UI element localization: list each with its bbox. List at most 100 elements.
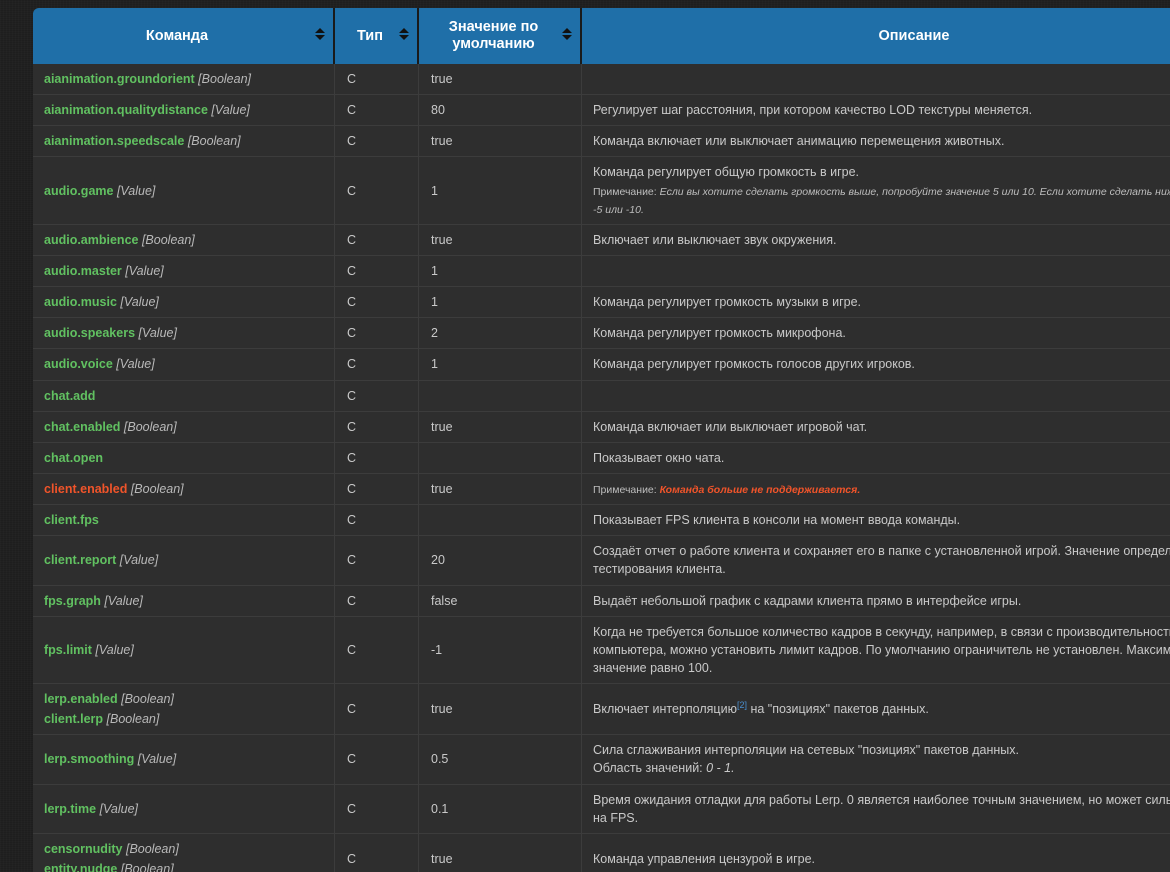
command-name-link[interactable]: client.enabled <box>44 482 127 496</box>
table-row: censornudity [Boolean] entity.nudge [Bool… <box>33 833 1170 872</box>
description-text: Включает интерполяцию[2] на "позициях" п… <box>593 700 1170 718</box>
table-row: client.fps C Показывает FPS клиента в конс… <box>33 505 1170 537</box>
reference-link[interactable]: [2] <box>737 700 747 710</box>
cell-command: lerp.smoothing [Value] <box>33 735 335 785</box>
cell-command: audio.voice [Value] <box>33 349 335 381</box>
command-name-link[interactable]: lerp.smoothing <box>44 752 134 766</box>
command-entry: client.fps <box>44 511 326 529</box>
command-value-type-tag: [Boolean] <box>127 481 184 496</box>
command-name-link[interactable]: chat.enabled <box>44 420 120 434</box>
cell-default-value: true <box>419 64 582 96</box>
description-text: Команда управления цензурой в игре. <box>593 850 1170 868</box>
column-header-description[interactable]: Описание <box>582 8 1170 64</box>
description-text: Включает или выключает звук окружения. <box>593 231 1170 249</box>
description-note: Примечание: Команда больше не поддержива… <box>593 480 1170 498</box>
command-name-link[interactable]: chat.add <box>44 389 95 403</box>
description-text-tail: на "позициях" пакетов данных. <box>746 702 929 717</box>
description-text: Команда регулирует общую громкость в игр… <box>593 163 1170 181</box>
cell-description: Регулирует шаг расстояния, при котором к… <box>582 95 1170 127</box>
table-row: fps.graph [Value] Cfalse Выдаёт небольшой … <box>33 585 1170 617</box>
cell-default-value: 1 <box>419 349 582 381</box>
cell-command: audio.master [Value] <box>33 256 335 288</box>
command-entry: entity.nudge [Boolean] <box>44 860 326 872</box>
column-header-default-value[interactable]: Значение по умолчанию <box>419 8 582 64</box>
description-text: Создаёт отчет о работе клиента и сохраня… <box>593 542 1170 578</box>
cell-type: C <box>335 684 419 736</box>
description-text: Команда регулирует громкость музыки в иг… <box>593 293 1170 311</box>
cell-description: Команда управления цензурой в игре. <box>582 833 1170 872</box>
command-entry: client.enabled [Boolean] <box>44 480 326 498</box>
command-entry: lerp.enabled [Boolean] <box>44 690 326 708</box>
command-value-type-tag: [Value] <box>135 326 177 341</box>
command-entry: audio.music [Value] <box>44 293 326 311</box>
command-name-link[interactable]: aianimation.speedscale <box>44 134 184 148</box>
command-value-type-tag: [Boolean] <box>117 692 174 707</box>
description-text-body: Команда управления цензурой в игре. <box>593 851 816 866</box>
description-text-body: Включает интерполяцию <box>593 702 737 717</box>
command-name-link[interactable]: audio.music <box>44 295 117 309</box>
cell-default-value: 80 <box>419 95 582 127</box>
cell-description: Выдаёт небольшой график с кадрами клиент… <box>582 585 1170 617</box>
command-name-link[interactable]: fps.limit <box>44 643 92 657</box>
cell-description: Команда включает или выключает анимацию … <box>582 126 1170 158</box>
cell-default-value: 2 <box>419 318 582 350</box>
column-header-type[interactable]: Тип <box>335 8 419 64</box>
sort-toggle-icon[interactable] <box>314 28 326 44</box>
cell-command: fps.limit [Value] <box>33 616 335 685</box>
command-name-link[interactable]: audio.master <box>44 264 122 278</box>
cell-type: C <box>335 473 419 506</box>
cell-default-value: 1 <box>419 157 582 225</box>
command-entry: client.lerp [Boolean] <box>44 710 326 728</box>
description-text: Команда регулирует громкость голосов дру… <box>593 355 1170 373</box>
table-row: lerp.smoothing [Value] C 0.5 Сила сглаживан… <box>33 735 1170 785</box>
sort-toggle-icon[interactable] <box>398 28 410 44</box>
command-name-link[interactable]: audio.game <box>44 184 113 198</box>
note-text: Команда больше не поддерживается. <box>659 483 861 496</box>
command-name-link[interactable]: aianimation.groundorient <box>44 72 195 86</box>
cell-command: audio.game [Value] <box>33 157 335 225</box>
table-row: audio.voice [Value] C 1 Команда регулирует … <box>33 349 1170 381</box>
description-text-body: Выдаёт небольшой график с кадрами клиент… <box>593 593 1022 608</box>
cell-command: audio.ambience [Boolean] <box>33 224 335 257</box>
command-name-link[interactable]: fps.graph <box>44 594 101 608</box>
command-name-link[interactable]: chat.open <box>44 451 103 465</box>
cell-command: censornudity [Boolean] entity.nudge [Bool… <box>33 833 335 872</box>
cell-default-value: 20 <box>419 536 582 586</box>
command-value-type-tag: [Boolean] <box>184 134 241 149</box>
command-value-type-tag: [Value] <box>134 752 177 767</box>
cell-type: C <box>335 349 419 381</box>
column-header-type-label: Тип <box>357 27 383 44</box>
command-name-link[interactable]: lerp.enabled <box>44 692 118 706</box>
command-name-link[interactable]: client.fps <box>44 513 99 527</box>
command-name-link[interactable]: audio.voice <box>44 357 113 371</box>
command-entry: audio.voice [Value] <box>44 355 326 373</box>
command-name-link[interactable]: aianimation.qualitydistance <box>44 103 208 117</box>
description-text-body: Сила сглаживания интерполяции на сетевых… <box>593 743 1019 758</box>
column-header-command[interactable]: Команда <box>33 8 335 64</box>
table-row: aianimation.groundorient [Boolean] Ctrue <box>33 64 1170 96</box>
sort-toggle-icon[interactable] <box>561 28 573 44</box>
command-name-link[interactable]: audio.speakers <box>44 326 135 340</box>
cell-description <box>582 256 1170 288</box>
command-name-link[interactable]: lerp.time <box>44 802 96 816</box>
cell-description: Команда регулирует громкость голосов дру… <box>582 349 1170 381</box>
command-name-link[interactable]: audio.ambience <box>44 233 138 247</box>
table-row: chat.enabled [Boolean] Ctrue Команда включ… <box>33 411 1170 443</box>
cell-type: C <box>335 256 419 288</box>
cell-command: client.report [Value] <box>33 536 335 586</box>
cell-default-value: false <box>419 585 582 617</box>
note-label: Примечание: <box>593 483 660 496</box>
command-entry: censornudity [Boolean] <box>44 840 326 858</box>
command-entry: aianimation.qualitydistance [Value] <box>44 101 326 119</box>
cell-type: C <box>335 64 419 96</box>
command-name-link[interactable]: censornudity <box>44 842 123 856</box>
command-entry: audio.game [Value] <box>44 182 326 200</box>
cell-command: client.fps <box>33 505 335 537</box>
description-text: Команда включает или выключает игровой ч… <box>593 418 1170 436</box>
command-name-link[interactable]: entity.nudge <box>44 862 117 872</box>
command-name-link[interactable]: client.report <box>44 553 116 567</box>
cell-type: C <box>335 442 419 474</box>
cell-type: C <box>335 287 419 319</box>
command-name-link[interactable]: client.lerp <box>44 712 103 726</box>
command-entry: audio.speakers [Value] <box>44 324 326 342</box>
